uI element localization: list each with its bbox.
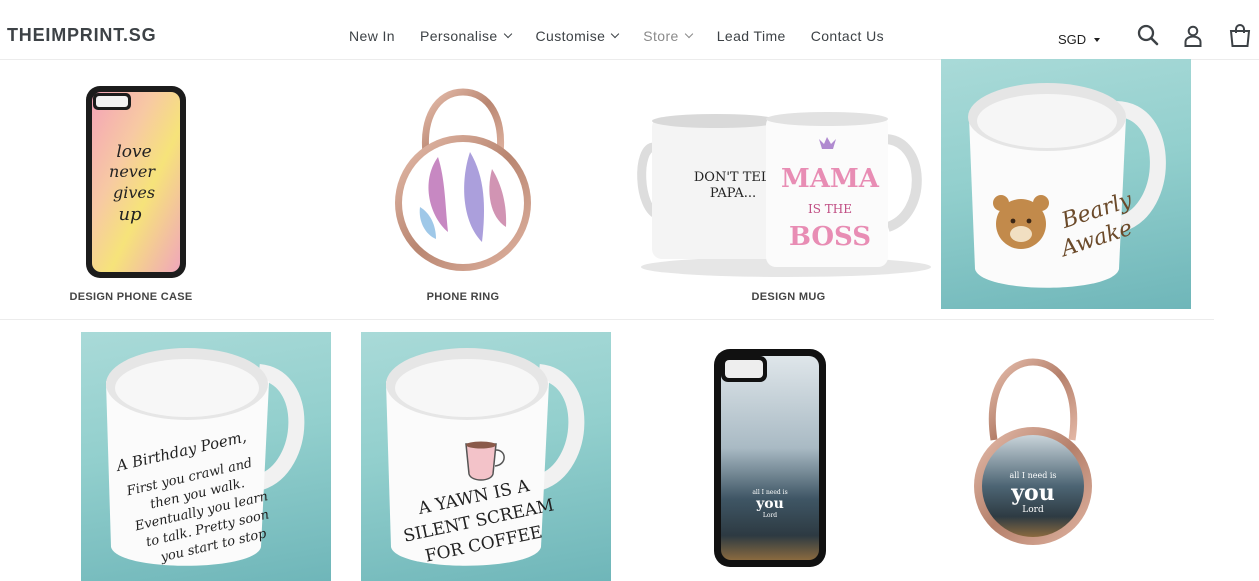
nav-label: Customise — [535, 28, 606, 44]
currency-selector[interactable]: SGD — [1058, 32, 1101, 47]
product-card-birthday-poem-mug[interactable]: A Birthday Poem, First you crawl and the… — [81, 332, 331, 581]
case-art-text: gives — [113, 183, 155, 202]
product-card-bearly-awake-mug[interactable]: Bearly Awake — [941, 59, 1191, 309]
search-icon[interactable] — [1137, 24, 1159, 51]
case-art-text: up — [118, 204, 142, 225]
nav-label: Contact Us — [810, 28, 884, 44]
case-art-text: love — [116, 142, 151, 162]
nav-personalise[interactable]: Personalise — [419, 28, 512, 44]
chevron-down-icon — [503, 29, 512, 39]
ring-art-text: all I need is — [1009, 471, 1056, 480]
row-divider — [0, 319, 1214, 320]
storefront-page: THEIMPRINT.SG New In Personalise Customi… — [0, 0, 1259, 581]
product-image-birthday-poem-mug[interactable]: A Birthday Poem, First you crawl and the… — [81, 332, 331, 581]
mug-art-text: MAMA — [781, 164, 880, 194]
mug-art-text: BOSS — [789, 222, 871, 252]
mug-art-text: DON'T TELL — [694, 170, 779, 185]
product-image-forest-phone-ring[interactable]: all I need is you Lord — [970, 358, 1096, 556]
nav-label: Lead Time — [716, 28, 786, 44]
product-image-forest-phone-case[interactable]: all I need is you Lord — [713, 348, 827, 568]
ring-art-text: Lord — [1022, 505, 1044, 515]
product-image-design-mug[interactable]: DON'T TELL PAPA... MAMA IS THE BOSS — [636, 109, 936, 279]
nav-new-in[interactable]: New In — [349, 28, 395, 44]
product-card-phone-case[interactable]: love never gives up DESIGN PHONE CASE — [0, 61, 262, 319]
account-icon[interactable] — [1183, 24, 1203, 53]
mug-art-text: PAPA... — [710, 186, 756, 201]
case-art-text: you — [755, 496, 784, 512]
nav-label: Personalise — [419, 28, 498, 44]
product-image-yawn-mug[interactable]: A YAWN IS A SILENT SCREAM FOR COFFEE — [361, 332, 611, 581]
chevron-down-icon — [611, 29, 620, 39]
product-image-bearly-awake-mug[interactable]: Bearly Awake — [941, 59, 1191, 309]
ring-art-text: you — [1010, 480, 1054, 506]
case-art-text: all I need is — [752, 489, 787, 496]
product-title[interactable]: DESIGN PHONE CASE — [0, 291, 262, 303]
chevron-down-icon — [684, 29, 693, 39]
nav-label: New In — [349, 28, 395, 44]
currency-value: SGD — [1058, 32, 1087, 47]
product-card-forest-phone-case[interactable]: all I need is you Lord — [690, 336, 850, 581]
cart-icon[interactable] — [1228, 23, 1252, 53]
site-logo[interactable]: THEIMPRINT.SG — [7, 25, 156, 46]
case-art-text: never — [109, 162, 156, 181]
product-card-yawn-mug[interactable]: A YAWN IS A SILENT SCREAM FOR COFFEE — [361, 332, 611, 581]
case-art-text: Lord — [763, 512, 777, 519]
product-image-phone-case[interactable]: love never gives up — [84, 85, 188, 279]
nav-contact-us[interactable]: Contact Us — [811, 28, 884, 44]
product-card-forest-phone-ring[interactable]: all I need is you Lord — [940, 352, 1100, 581]
site-header: THEIMPRINT.SG New In Personalise Customi… — [0, 0, 1259, 60]
nav-store[interactable]: Store — [643, 28, 693, 44]
caret-down-icon — [1094, 37, 1101, 42]
product-title[interactable]: DESIGN MUG — [636, 291, 941, 303]
mug-art-text: IS THE — [808, 202, 852, 216]
nav-lead-time[interactable]: Lead Time — [717, 28, 786, 44]
nav-customise[interactable]: Customise — [535, 28, 620, 44]
main-nav: New In Personalise Customise Store Lead … — [349, 28, 909, 44]
product-card-design-mug[interactable]: DON'T TELL PAPA... MAMA IS THE BOSS DESI… — [636, 61, 941, 319]
product-card-phone-ring[interactable]: PHONE RING — [332, 61, 594, 319]
product-title[interactable]: PHONE RING — [332, 291, 594, 303]
product-image-phone-ring[interactable] — [390, 87, 536, 277]
nav-label: Store — [643, 28, 679, 44]
